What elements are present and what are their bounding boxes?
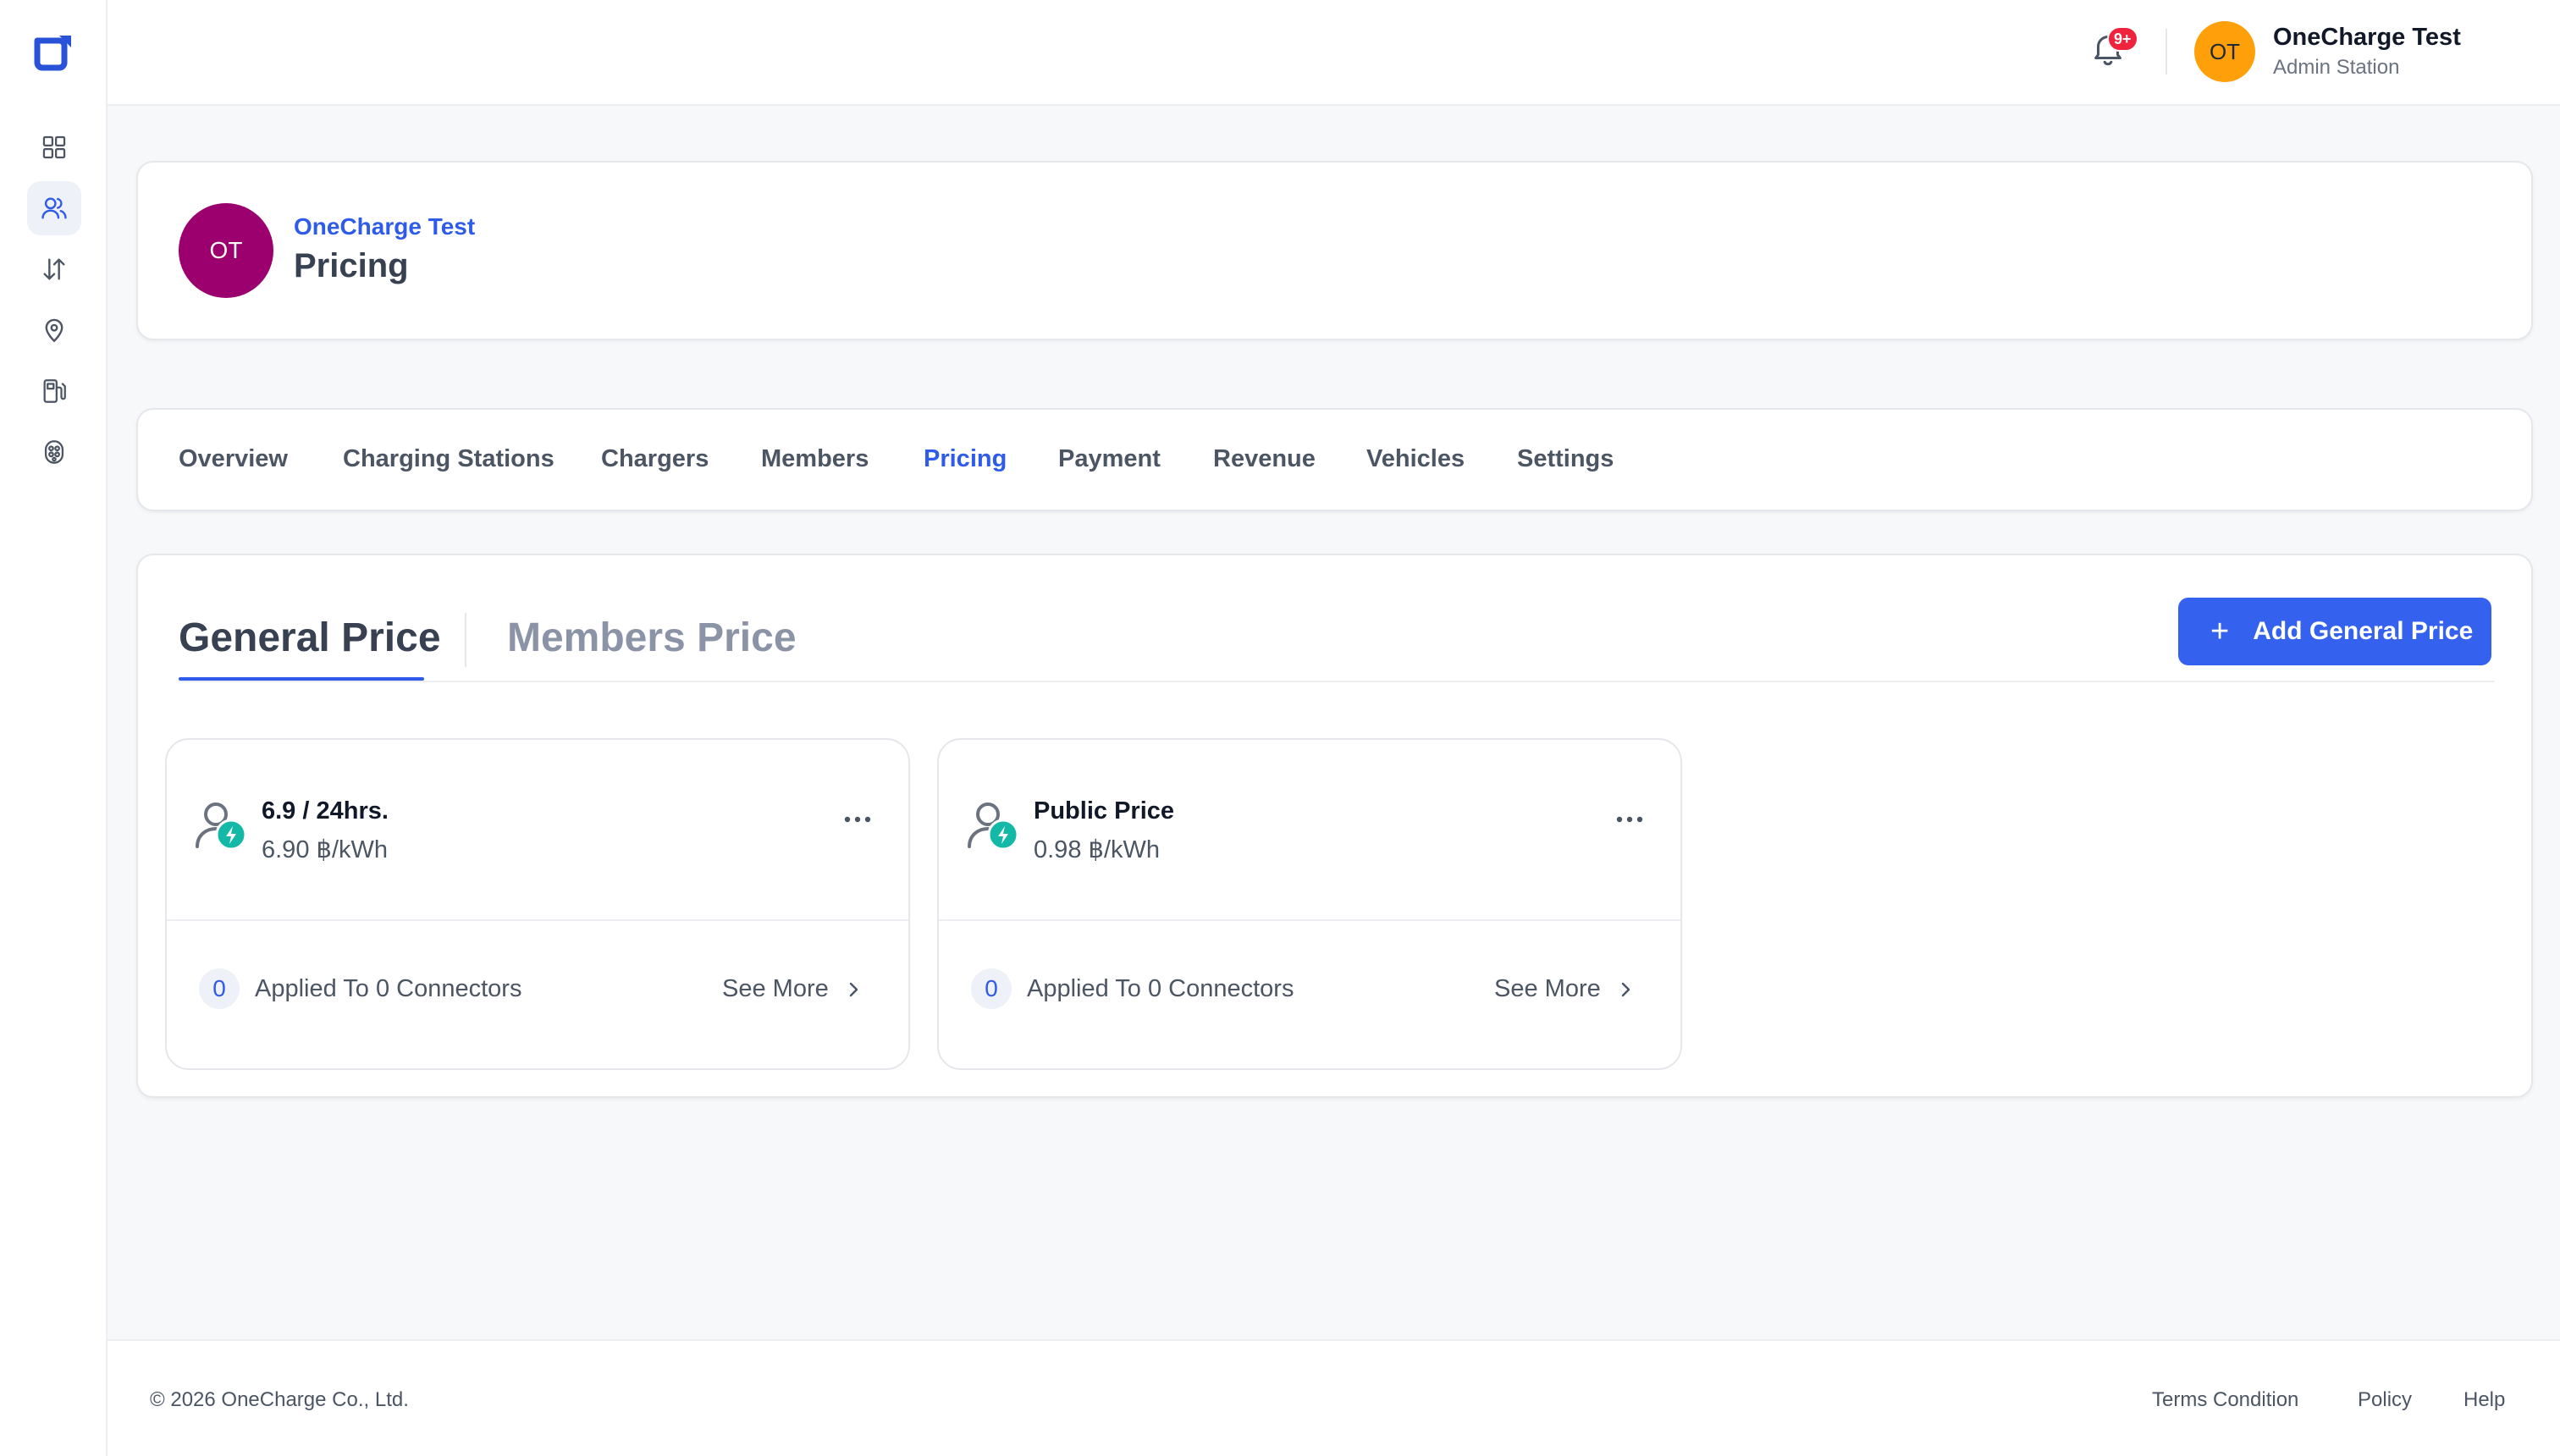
active-subtab-indicator	[179, 677, 424, 681]
sidebar-item-transactions[interactable]	[27, 242, 81, 296]
topbar-divider	[2166, 29, 2167, 74]
user-avatar[interactable]: OT	[2194, 21, 2255, 82]
chevron-right-icon	[849, 982, 858, 996]
add-general-price-button[interactable]: + Add General Price	[2178, 598, 2491, 665]
transfer-icon	[43, 258, 65, 280]
user-charge-icon	[964, 797, 1022, 852]
tab-revenue[interactable]: Revenue	[1213, 445, 1316, 473]
users-icon	[41, 197, 67, 219]
applied-connectors-text: Applied To 0 Connectors	[255, 975, 522, 1002]
plug-icon	[44, 440, 64, 464]
tab-charging-stations[interactable]: Charging Stations	[343, 445, 554, 473]
subtab-separator	[465, 613, 466, 667]
tab-overview[interactable]: Overview	[179, 445, 288, 473]
tab-settings[interactable]: Settings	[1517, 445, 1614, 473]
see-more-label: See More	[722, 975, 829, 1002]
tab-pricing[interactable]: Pricing	[924, 445, 1007, 473]
more-options-icon[interactable]	[1613, 809, 1647, 830]
sidebar-item-organizations[interactable]	[27, 181, 81, 235]
grid-icon	[42, 135, 66, 159]
onecharge-logo[interactable]	[30, 32, 74, 73]
price-card: 6.9 / 24hrs. 6.90 ฿/kWh 0 Applied To 0 C…	[165, 738, 910, 1070]
sidebar-item-dashboard[interactable]	[27, 120, 81, 174]
copyright-text: © 2026 OneCharge Co., Ltd.	[150, 1388, 409, 1411]
user-role: Admin Station	[2273, 56, 2400, 79]
price-name: 6.9 / 24hrs.	[262, 797, 389, 825]
add-general-price-label: Add General Price	[2253, 617, 2474, 645]
organization-header: OT OneCharge Test Pricing	[136, 161, 2533, 340]
connector-count-badge: 0	[971, 968, 1012, 1009]
more-options-icon[interactable]	[841, 809, 874, 830]
organization-tabs: Overview Charging Stations Chargers Memb…	[136, 408, 2533, 511]
user-name[interactable]: OneCharge Test	[2273, 24, 2461, 52]
see-more-link[interactable]: See More	[722, 975, 863, 1003]
tab-payment[interactable]: Payment	[1058, 445, 1161, 473]
user-charge-icon	[192, 797, 250, 852]
subtab-rule	[179, 681, 2495, 682]
sidebar-item-locations[interactable]	[27, 303, 81, 357]
price-rate: 6.90 ฿/kWh	[262, 836, 389, 863]
notification-badge: 9+	[2107, 26, 2138, 52]
connector-count-badge: 0	[199, 968, 240, 1009]
sidebar-item-connectors[interactable]	[27, 425, 81, 479]
sidebar	[0, 0, 108, 1456]
footer-link-help[interactable]: Help	[2463, 1388, 2505, 1412]
sidebar-item-stations[interactable]	[27, 364, 81, 418]
plus-icon: +	[2210, 614, 2230, 649]
map-pin-icon	[45, 318, 63, 343]
footer: © 2026 OneCharge Co., Ltd. Terms Conditi…	[108, 1339, 2560, 1456]
price-rate: 0.98 ฿/kWh	[1034, 836, 1161, 863]
tab-vehicles[interactable]: Vehicles	[1366, 445, 1465, 473]
footer-link-terms[interactable]: Terms Condition	[2152, 1388, 2298, 1412]
see-more-link[interactable]: See More	[1494, 975, 1635, 1003]
tab-chargers[interactable]: Chargers	[601, 445, 709, 473]
applied-connectors-text: Applied To 0 Connectors	[1027, 975, 1294, 1002]
subtab-general-price[interactable]: General Price	[179, 615, 441, 661]
tab-members[interactable]: Members	[761, 445, 869, 473]
page-title: Pricing	[294, 247, 409, 284]
top-bar: 9+ OT OneCharge Test Admin Station	[108, 0, 2560, 106]
card-divider	[167, 919, 908, 921]
organization-avatar: OT	[179, 203, 273, 298]
subtab-members-price[interactable]: Members Price	[507, 615, 797, 661]
see-more-label: See More	[1494, 975, 1601, 1002]
pricing-panel: General Price Members Price + Add Genera…	[136, 554, 2533, 1098]
price-name: Public Price	[1034, 797, 1175, 825]
chevron-right-icon	[1621, 982, 1630, 996]
fuel-station-icon	[43, 379, 66, 403]
footer-link-policy[interactable]: Policy	[2358, 1388, 2412, 1412]
card-divider	[939, 919, 1680, 921]
price-card: Public Price 0.98 ฿/kWh 0 Applied To 0 C…	[937, 738, 1682, 1070]
organization-name-link[interactable]: OneCharge Test	[294, 213, 475, 240]
